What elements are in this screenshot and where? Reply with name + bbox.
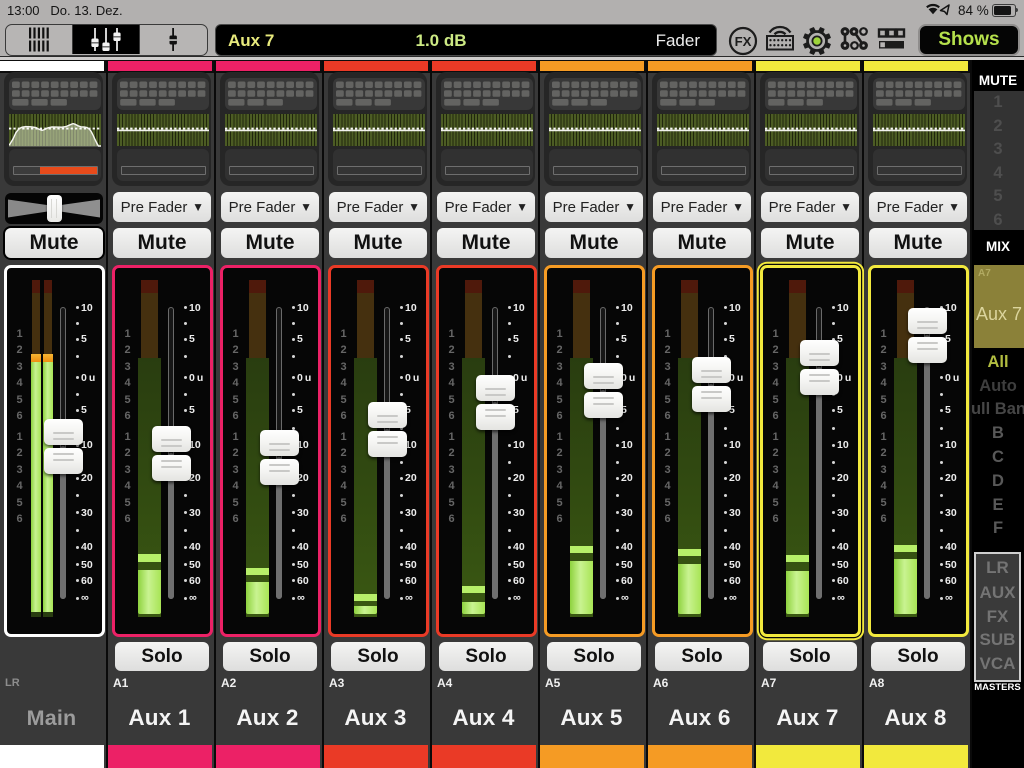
svg-text:FX: FX bbox=[735, 34, 752, 49]
